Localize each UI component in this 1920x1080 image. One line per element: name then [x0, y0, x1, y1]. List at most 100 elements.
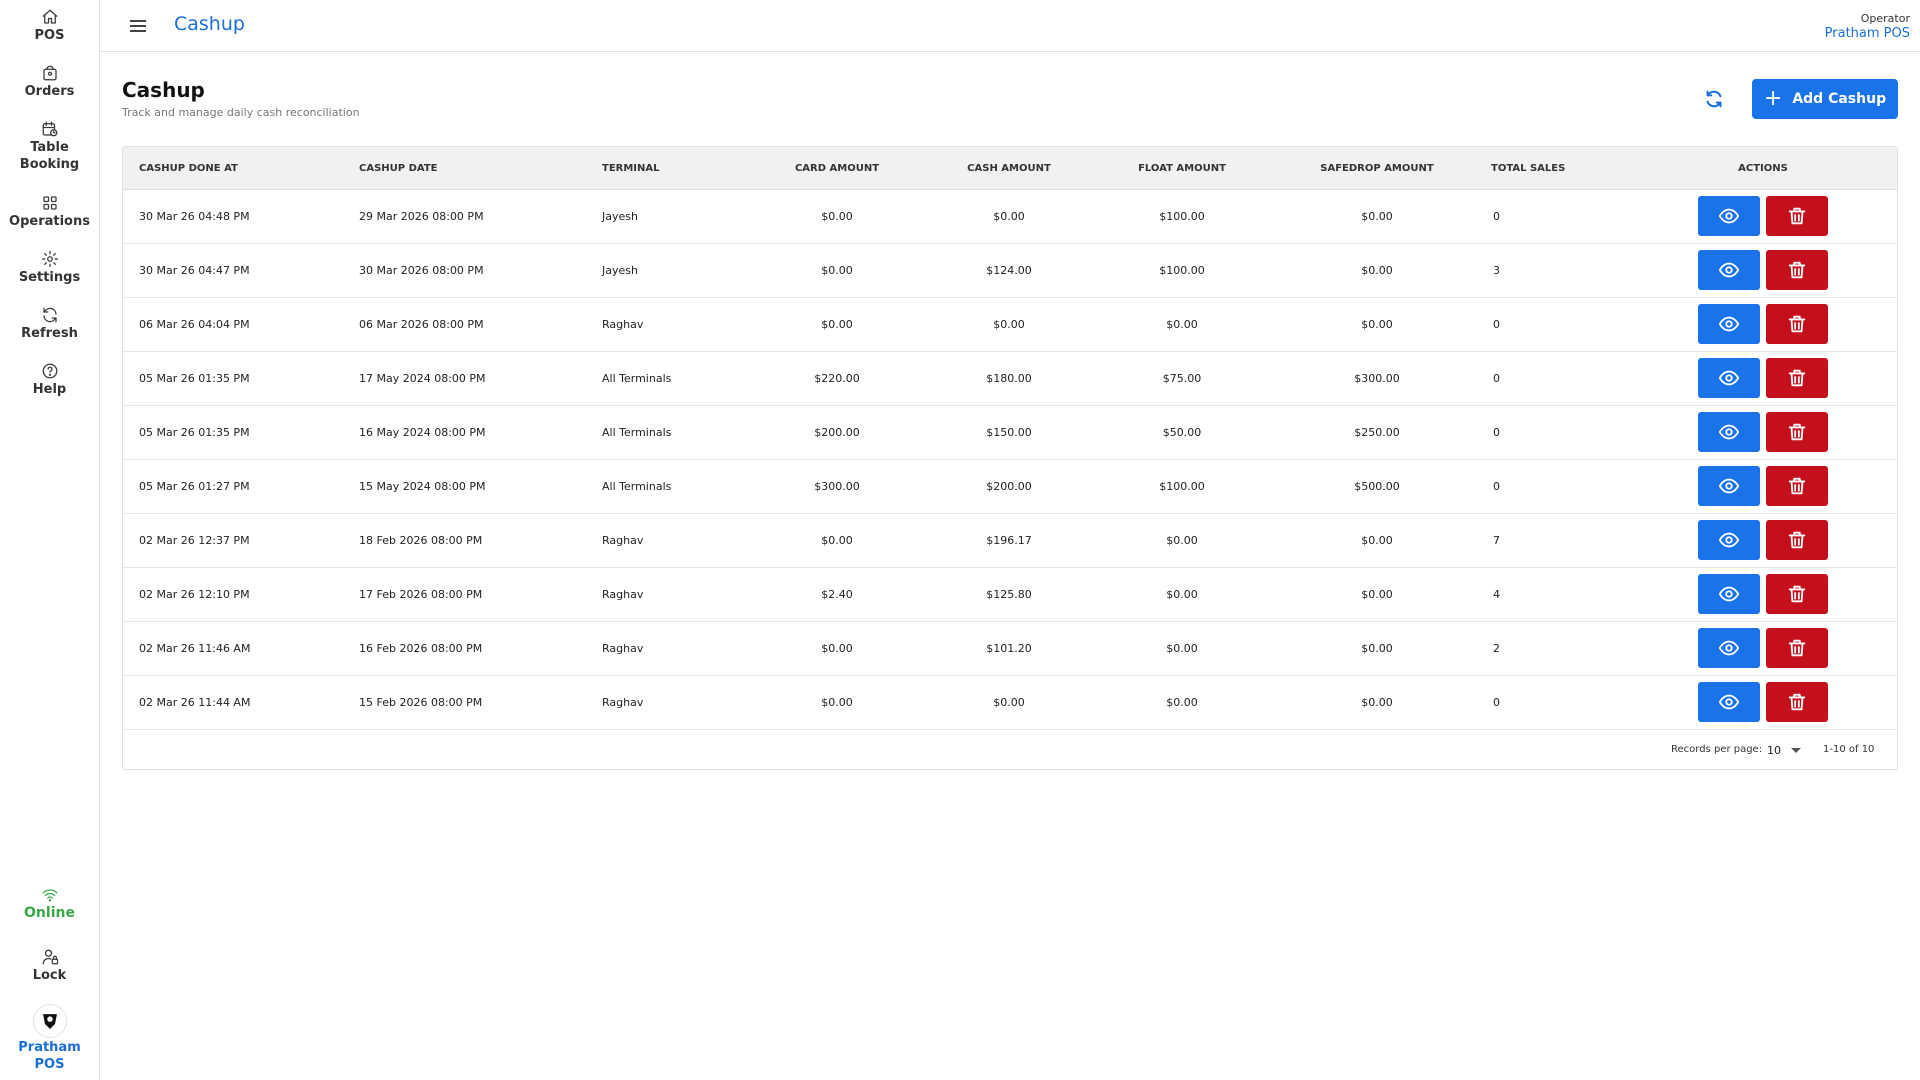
sync-icon [1706, 90, 1722, 108]
delete-cashup-button[interactable] [1766, 412, 1828, 452]
cell-cashup-date: 16 May 2024 08:00 PM [359, 426, 486, 439]
sidebar: POS Orders Table Booking Operations Sett… [0, 0, 100, 1080]
column-header-float[interactable]: FLOAT AMOUNT [1072, 147, 1292, 190]
cell-terminal: Jayesh [602, 210, 638, 223]
trash-icon [1788, 639, 1806, 657]
cell-total-sales: 0 [1493, 210, 1500, 223]
delete-cashup-button[interactable] [1766, 520, 1828, 560]
cell-total-sales: 0 [1493, 318, 1500, 331]
cell-cashup-date: 15 May 2024 08:00 PM [359, 480, 486, 493]
trash-icon [1788, 423, 1806, 441]
cell-float-amount: $100.00 [1159, 264, 1205, 277]
sidebar-item-label: Refresh [21, 326, 78, 341]
operator-info[interactable]: Operator Pratham POS [1825, 12, 1910, 42]
column-header-terminal[interactable]: TERMINAL [602, 147, 660, 190]
header-title: Cashup [174, 13, 245, 35]
column-header-safedrop[interactable]: SAFEDROP AMOUNT [1267, 147, 1487, 190]
cell-safedrop-amount: $0.00 [1361, 210, 1393, 223]
status-label: Online [24, 905, 75, 921]
page-subtitle: Track and manage daily cash reconciliati… [122, 106, 360, 119]
eye-icon [1718, 694, 1740, 710]
table-row: 02 Mar 26 11:46 AM 16 Feb 2026 08:00 PM Ra… [123, 622, 1897, 676]
sidebar-item-refresh[interactable]: Refresh [0, 306, 99, 342]
delete-cashup-button[interactable] [1766, 196, 1828, 236]
sidebar-item-label: Table Booking [19, 140, 80, 172]
cell-total-sales: 3 [1493, 264, 1500, 277]
eye-icon [1718, 532, 1740, 548]
sidebar-item-table-booking[interactable]: Table Booking [0, 120, 99, 173]
cell-total-sales: 4 [1493, 588, 1500, 601]
view-cashup-button[interactable] [1698, 250, 1760, 290]
delete-cashup-button[interactable] [1766, 250, 1828, 290]
chevron-down-icon [1791, 747, 1801, 753]
cell-terminal: Raghav [602, 696, 644, 709]
table-header: CASHUP DONE AT CASHUP DATE TERMINAL CARD… [123, 147, 1897, 190]
sidebar-brand[interactable]: Pratham POS [0, 1004, 99, 1073]
sidebar-item-lock[interactable]: Lock [0, 948, 99, 984]
plus-icon: + [1763, 86, 1783, 111]
trash-icon [1788, 693, 1806, 711]
view-cashup-button[interactable] [1698, 466, 1760, 506]
cell-total-sales: 0 [1493, 480, 1500, 493]
column-header-total-sales[interactable]: TOTAL SALES [1491, 147, 1565, 190]
cell-total-sales: 7 [1493, 534, 1500, 547]
cell-float-amount: $100.00 [1159, 480, 1205, 493]
eye-icon [1718, 424, 1740, 440]
cell-terminal: Jayesh [602, 264, 638, 277]
delete-cashup-button[interactable] [1766, 358, 1828, 398]
cell-total-sales: 0 [1493, 372, 1500, 385]
table-row: 30 Mar 26 04:47 PM 30 Mar 2026 08:00 PM Ja… [123, 244, 1897, 298]
sidebar-item-operations[interactable]: Operations [0, 194, 99, 230]
cell-total-sales: 0 [1493, 696, 1500, 709]
view-cashup-button[interactable] [1698, 520, 1760, 560]
cell-safedrop-amount: $0.00 [1361, 696, 1393, 709]
column-header-date[interactable]: CASHUP DATE [359, 147, 438, 190]
cell-cashup-date: 18 Feb 2026 08:00 PM [359, 534, 483, 547]
delete-cashup-button[interactable] [1766, 628, 1828, 668]
cell-done-at: 30 Mar 26 04:48 PM [139, 210, 250, 223]
view-cashup-button[interactable] [1698, 574, 1760, 614]
delete-cashup-button[interactable] [1766, 466, 1828, 506]
hamburger-menu-icon[interactable] [128, 16, 148, 36]
cell-safedrop-amount: $250.00 [1354, 426, 1400, 439]
cell-done-at: 02 Mar 26 11:44 AM [139, 696, 251, 709]
cell-done-at: 30 Mar 26 04:47 PM [139, 264, 250, 277]
sidebar-item-pos[interactable]: POS [0, 8, 99, 44]
trash-icon [1788, 531, 1806, 549]
view-cashup-button[interactable] [1698, 196, 1760, 236]
view-cashup-button[interactable] [1698, 358, 1760, 398]
cell-safedrop-amount: $500.00 [1354, 480, 1400, 493]
trash-icon [1788, 585, 1806, 603]
table-row: 05 Mar 26 01:35 PM 17 May 2024 08:00 PM Al… [123, 352, 1897, 406]
cell-cashup-date: 15 Feb 2026 08:00 PM [359, 696, 483, 709]
view-cashup-button[interactable] [1698, 628, 1760, 668]
add-cashup-button[interactable]: + Add Cashup [1752, 79, 1898, 119]
delete-cashup-button[interactable] [1766, 574, 1828, 614]
table-row: 02 Mar 26 12:37 PM 18 Feb 2026 08:00 PM Ra… [123, 514, 1897, 568]
column-header-actions: ACTIONS [1738, 163, 1788, 174]
view-cashup-button[interactable] [1698, 304, 1760, 344]
view-cashup-button[interactable] [1698, 412, 1760, 452]
sidebar-item-help[interactable]: Help [0, 362, 99, 398]
cell-float-amount: $50.00 [1162, 426, 1202, 439]
records-per-page-select[interactable]: 10 [1767, 740, 1809, 760]
cell-total-sales: 2 [1493, 642, 1500, 655]
cell-cashup-date: 30 Mar 2026 08:00 PM [359, 264, 484, 277]
delete-cashup-button[interactable] [1766, 682, 1828, 722]
reload-table-button[interactable] [1703, 88, 1727, 112]
cell-safedrop-amount: $0.00 [1361, 642, 1393, 655]
eye-icon [1718, 640, 1740, 656]
sidebar-item-label: POS [34, 28, 65, 43]
sidebar-item-settings[interactable]: Settings [0, 250, 99, 286]
sidebar-item-orders[interactable]: Orders [0, 64, 99, 100]
sidebar-item-label: Settings [18, 270, 81, 285]
column-header-done-at[interactable]: CASHUP DONE AT [139, 147, 238, 190]
eye-icon [1718, 586, 1740, 602]
eye-icon [1718, 208, 1740, 224]
records-per-page-value: 10 [1767, 743, 1781, 757]
view-cashup-button[interactable] [1698, 682, 1760, 722]
delete-cashup-button[interactable] [1766, 304, 1828, 344]
cell-terminal: All Terminals [602, 480, 672, 493]
page-title: Cashup [122, 78, 205, 102]
cell-safedrop-amount: $0.00 [1361, 588, 1393, 601]
